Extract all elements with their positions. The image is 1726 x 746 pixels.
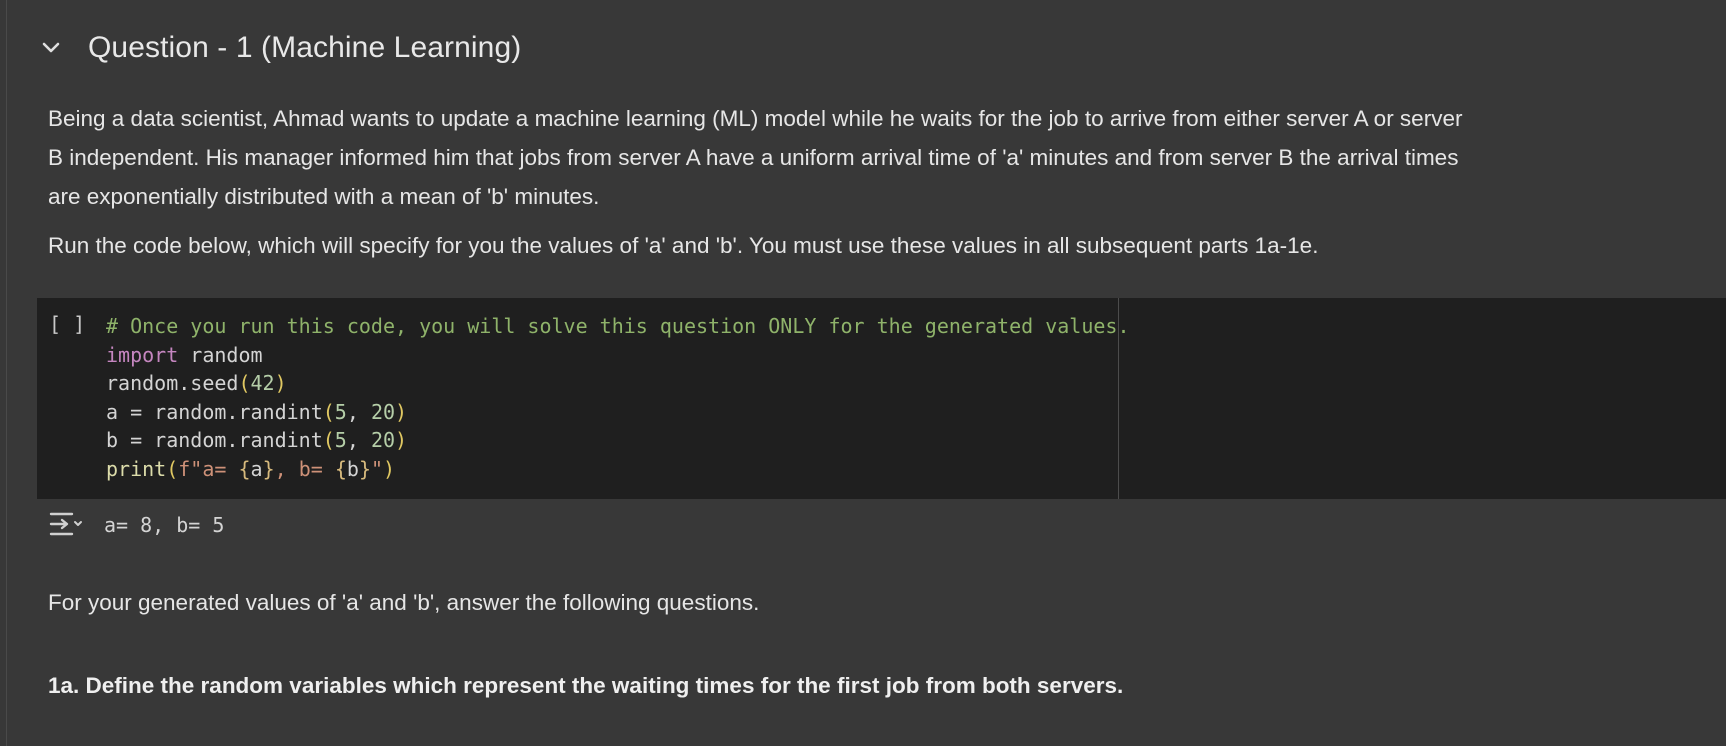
code-paren: ( (166, 456, 179, 481)
code-keyword-import: import (106, 342, 179, 367)
code-paren: ( (322, 428, 335, 452)
code-arg-low: 5 (334, 428, 347, 452)
code-brace: } (358, 456, 371, 481)
code-arg-high: 20 (370, 399, 396, 424)
code-comment: # Once you run this code, you will solve… (106, 314, 1130, 338)
section-header[interactable]: Question - 1 (Machine Learning) (36, 26, 521, 70)
cell-left-rule (6, 0, 7, 746)
chevron-down-icon[interactable] (36, 33, 66, 63)
output-text: a= 8, b= 5 (104, 513, 225, 537)
code-fstring: " (370, 456, 384, 481)
code-paren: ) (395, 399, 408, 424)
code-seed-call: random.seed (106, 371, 239, 395)
code-editor[interactable]: # Once you run this code, you will solve… (106, 312, 1130, 483)
code-paren: ) (383, 456, 396, 481)
code-arg-high: 20 (370, 428, 396, 452)
code-cell[interactable]: [ ] # Once you run this code, you will s… (37, 298, 1726, 499)
code-fstring: , b= (274, 456, 335, 481)
question-intro: Being a data scientist, Ahmad wants to u… (48, 99, 1628, 216)
code-fstring-var: a (250, 456, 263, 481)
instructions-text: For your generated values of 'a' and 'b'… (48, 590, 760, 615)
code-print-fn: print (106, 456, 167, 481)
intro-line-2: B independent. His manager informed him … (48, 145, 1459, 170)
run-cell-button[interactable]: [ ] (49, 312, 85, 336)
code-paren: ( (322, 399, 335, 424)
intro-line-3: are exponentially distributed with a mea… (48, 184, 600, 209)
code-seed-arg: 42 (250, 371, 275, 395)
code-arg-sep: , (346, 428, 371, 452)
run-instruction: Run the code below, which will specify f… (48, 233, 1319, 258)
code-module-name: random (178, 342, 263, 367)
code-paren: ) (274, 371, 287, 395)
code-paren: ( (238, 371, 251, 395)
code-fstring: f"a= (178, 456, 239, 481)
code-brace: } (262, 456, 275, 481)
code-b-assign: b = random.randint (106, 428, 323, 452)
code-paren: ) (395, 428, 408, 452)
code-a-assign: a = random.randint (106, 399, 323, 424)
intro-line-1: Being a data scientist, Ahmad wants to u… (48, 106, 1463, 131)
code-fstring-var: b (346, 456, 359, 481)
output-toggle-icon[interactable] (48, 510, 84, 540)
question-1a-heading: 1a. Define the random variables which re… (48, 673, 1124, 698)
section-title: Question - 1 (Machine Learning) (88, 31, 522, 64)
code-brace: { (334, 456, 347, 481)
code-brace: { (238, 456, 251, 481)
code-arg-sep: , (346, 399, 371, 424)
code-arg-low: 5 (334, 399, 347, 424)
cell-output: a= 8, b= 5 (48, 508, 224, 542)
